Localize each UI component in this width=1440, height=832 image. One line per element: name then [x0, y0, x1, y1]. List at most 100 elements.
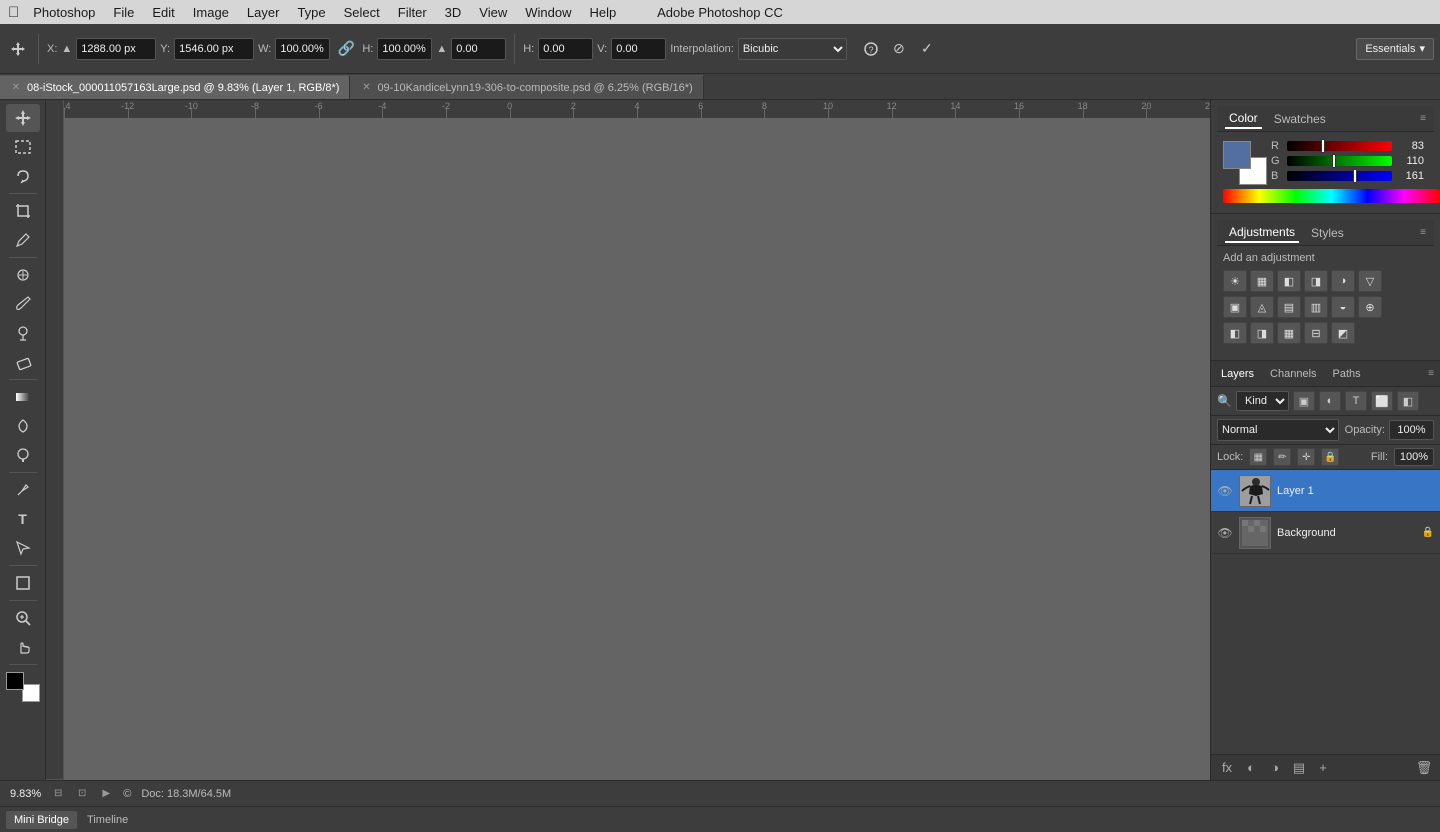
adj-brightness[interactable]: ☀ — [1223, 270, 1247, 292]
tool-text[interactable]: T — [6, 505, 40, 533]
adjustments-panel-collapse[interactable]: ≡ — [1420, 227, 1426, 238]
adj-colorlookup[interactable]: ◒ — [1331, 296, 1355, 318]
menu-filter[interactable]: Filter — [390, 3, 435, 22]
opacity-input[interactable] — [1389, 420, 1434, 440]
tool-zoom[interactable] — [6, 604, 40, 632]
filter-shape-btn[interactable]: ⬜ — [1371, 391, 1393, 411]
delete-layer-button[interactable]: 🗑 — [1414, 758, 1434, 778]
tool-select-rect[interactable] — [6, 133, 40, 161]
adj-colorbalance[interactable]: ▣ — [1223, 296, 1247, 318]
tool-crop[interactable] — [6, 197, 40, 225]
color-swatches-preview[interactable] — [1223, 141, 1267, 185]
new-group-button[interactable]: ▤ — [1289, 758, 1309, 778]
tool-brush[interactable] — [6, 290, 40, 318]
kind-filter-select[interactable]: Kind — [1236, 391, 1289, 411]
lock-all-btn[interactable]: 🔒 — [1321, 448, 1339, 466]
adj-selectcolor[interactable]: ▦ — [1277, 322, 1301, 344]
tab-document-2[interactable]: ✕ 09-10KandiceLynn19-306-to-composite.ps… — [350, 75, 703, 99]
paths-tab[interactable]: Paths — [1329, 366, 1365, 382]
tool-lasso[interactable] — [6, 162, 40, 190]
tool-clone[interactable] — [6, 319, 40, 347]
tool-eyedropper[interactable] — [6, 226, 40, 254]
tool-shape[interactable] — [6, 569, 40, 597]
fill-input[interactable] — [1394, 448, 1434, 466]
adj-curves[interactable]: ◧ — [1277, 270, 1301, 292]
menu-type[interactable]: Type — [289, 3, 333, 22]
menu-photoshop[interactable]: Photoshop — [25, 3, 103, 22]
tool-hand[interactable] — [6, 633, 40, 661]
status-icon-2[interactable]: ⊡ — [75, 787, 89, 801]
tool-path-select[interactable] — [6, 534, 40, 562]
filter-adjustment-btn[interactable]: ◐ — [1319, 391, 1341, 411]
background-visibility-toggle[interactable]: 👁 — [1217, 525, 1233, 541]
color-spectrum[interactable] — [1223, 189, 1440, 203]
timeline-tab[interactable]: Timeline — [79, 811, 136, 829]
adj-gradientmap[interactable]: ⊟ — [1304, 322, 1328, 344]
g-slider[interactable] — [1287, 156, 1392, 166]
tool-move[interactable] — [6, 104, 40, 132]
layer-item-layer1[interactable]: 👁 Laye — [1211, 470, 1440, 512]
link-icon[interactable]: 🔗 — [334, 37, 358, 61]
tool-eraser[interactable] — [6, 348, 40, 376]
menu-image[interactable]: Image — [185, 3, 237, 22]
move-tool-icon[interactable] — [6, 37, 30, 61]
x-input[interactable] — [76, 38, 156, 60]
adj-channelmixer[interactable]: ▥ — [1304, 296, 1328, 318]
r-slider[interactable] — [1287, 141, 1392, 151]
menu-select[interactable]: Select — [336, 3, 388, 22]
menu-help[interactable]: Help — [582, 3, 625, 22]
lock-transparent-btn[interactable]: ▦ — [1249, 448, 1267, 466]
color-panel-collapse[interactable]: ≡ — [1420, 113, 1426, 124]
menu-window[interactable]: Window — [517, 3, 579, 22]
layers-panel-collapse[interactable]: ≡ — [1428, 368, 1434, 379]
new-layer-button[interactable]: + — [1313, 758, 1333, 778]
channels-tab[interactable]: Channels — [1266, 366, 1320, 382]
h2-input[interactable] — [538, 38, 593, 60]
adj-exposure[interactable]: ◨ — [1304, 270, 1328, 292]
tool-gradient[interactable] — [6, 383, 40, 411]
mini-bridge-tab[interactable]: Mini Bridge — [6, 811, 77, 829]
lock-image-btn[interactable]: ✏ — [1273, 448, 1291, 466]
layers-tab[interactable]: Layers — [1217, 366, 1258, 382]
foreground-color-swatch[interactable] — [6, 672, 24, 690]
layer1-visibility-toggle[interactable]: 👁 — [1217, 483, 1233, 499]
tool-heal[interactable] — [6, 261, 40, 289]
menu-file[interactable]: File — [105, 3, 142, 22]
layer-fx-button[interactable]: fx — [1217, 758, 1237, 778]
commit-transform-icon[interactable]: ✓ — [915, 37, 939, 61]
filter-pixel-btn[interactable]: ▣ — [1293, 391, 1315, 411]
interpolation-select[interactable]: Bicubic Bilinear Nearest Neighbor — [738, 38, 847, 60]
transform-options-icon[interactable]: ? — [859, 37, 883, 61]
menu-layer[interactable]: Layer — [239, 3, 288, 22]
new-adjustment-button[interactable]: ◑ — [1265, 758, 1285, 778]
apple-logo[interactable]:  — [8, 4, 19, 21]
filter-smartobj-btn[interactable]: ◧ — [1397, 391, 1419, 411]
menu-edit[interactable]: Edit — [144, 3, 182, 22]
adj-levels[interactable]: ▦ — [1250, 270, 1274, 292]
b-slider[interactable] — [1287, 171, 1392, 181]
adj-vibrance[interactable]: ◑ — [1331, 270, 1355, 292]
layer-item-background[interactable]: 👁 Background 🔒 — [1211, 512, 1440, 554]
color-tab[interactable]: Color — [1225, 109, 1262, 129]
adj-hsl[interactable]: ▽ — [1358, 270, 1382, 292]
adj-bw[interactable]: ◬ — [1250, 296, 1274, 318]
tab-document-1[interactable]: ✕ 08-iStock_000011057163Large.psd @ 9.83… — [0, 75, 350, 99]
styles-tab[interactable]: Styles — [1307, 224, 1348, 242]
blend-mode-select[interactable]: Normal Dissolve Multiply Screen Overlay — [1217, 419, 1339, 441]
adj-solidcolor[interactable]: ◩ — [1331, 322, 1355, 344]
menu-view[interactable]: View — [471, 3, 515, 22]
adj-photofilter[interactable]: ▤ — [1277, 296, 1301, 318]
tool-dodge[interactable] — [6, 441, 40, 469]
cancel-transform-icon[interactable]: ⊘ — [887, 37, 911, 61]
swatches-tab[interactable]: Swatches — [1270, 110, 1330, 128]
lock-position-btn[interactable]: ✛ — [1297, 448, 1315, 466]
tool-pen[interactable] — [6, 476, 40, 504]
tab-close-2[interactable]: ✕ — [360, 82, 372, 94]
adjustments-tab[interactable]: Adjustments — [1225, 223, 1299, 243]
adj-invert[interactable]: ⊕ — [1358, 296, 1382, 318]
essentials-button[interactable]: Essentials ▾ — [1356, 38, 1434, 60]
rotation-input[interactable] — [451, 38, 506, 60]
status-icon-3[interactable]: ▶ — [99, 787, 113, 801]
h-input[interactable] — [377, 38, 432, 60]
adj-posterize[interactable]: ◧ — [1223, 322, 1247, 344]
